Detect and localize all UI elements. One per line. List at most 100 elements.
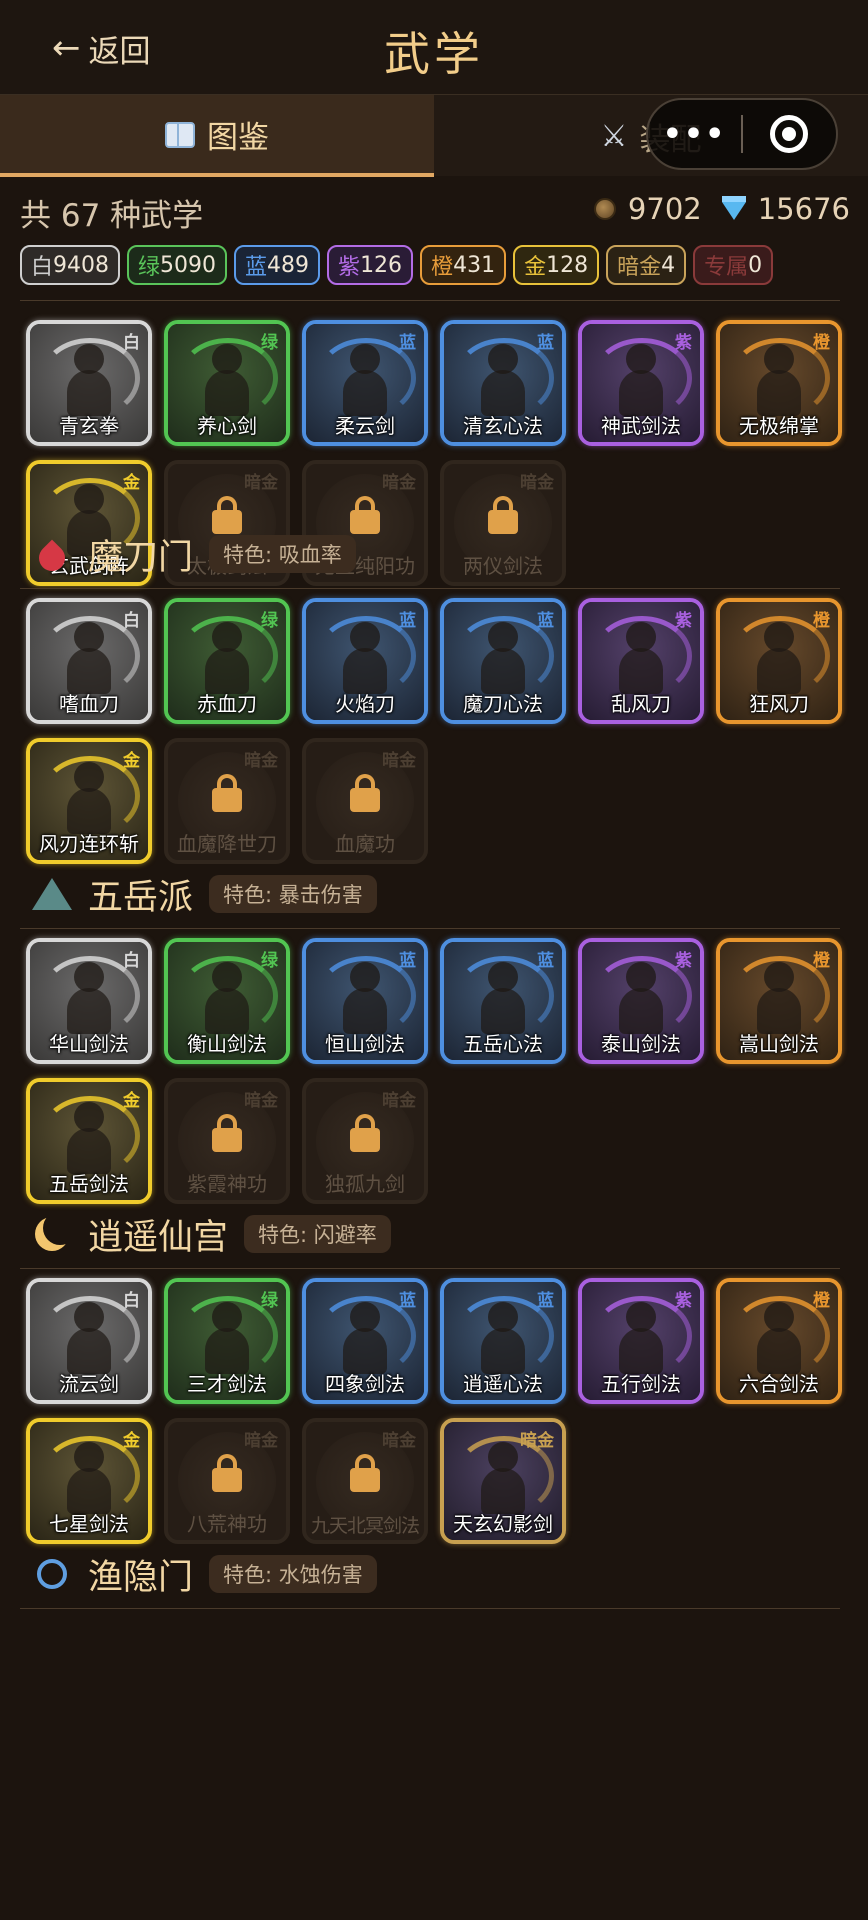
skill-card[interactable]: 橙无极绵掌: [716, 320, 842, 446]
rarity-badge: 暗金: [382, 751, 416, 771]
section-title: 五岳派: [88, 877, 194, 918]
skill-card[interactable]: 暗金 九天北冥剑法: [302, 1418, 428, 1544]
skill-card[interactable]: 紫泰山剑法: [578, 938, 704, 1064]
skill-card[interactable]: 绿赤血刀: [164, 598, 290, 724]
skill-card[interactable]: 白青玄拳: [26, 320, 152, 446]
rarity-badge: 暗金: [520, 1431, 554, 1451]
skill-card[interactable]: 蓝清玄心法: [440, 320, 566, 446]
rarity-badge: 绿: [261, 1291, 278, 1311]
page-title: 武学: [384, 27, 484, 81]
rarity-badge: 金: [123, 1431, 140, 1451]
rarity-badge: 暗金: [244, 751, 278, 771]
rarity-badge: 橙: [813, 1291, 830, 1311]
rarity-count-chip[interactable]: 蓝 489: [234, 245, 321, 285]
diamond-icon: [721, 196, 746, 220]
skill-name: 六合剑法: [739, 1372, 819, 1396]
rarity-count-label: 白: [31, 255, 54, 280]
skill-card[interactable]: 蓝火焰刀: [302, 598, 428, 724]
skill-name: 七星剑法: [49, 1512, 129, 1536]
skill-card[interactable]: 蓝恒山剑法: [302, 938, 428, 1064]
rarity-count-chip[interactable]: 金 128: [513, 245, 600, 285]
skill-card[interactable]: 蓝逍遥心法: [440, 1278, 566, 1404]
skill-card[interactable]: 蓝魔刀心法: [440, 598, 566, 724]
rarity-count-value: 431: [453, 252, 496, 278]
skill-card[interactable]: 暗金 血魔降世刀: [164, 738, 290, 864]
rarity-count-value: 4: [661, 252, 676, 278]
skill-card[interactable]: 白流云剑: [26, 1278, 152, 1404]
skill-name: 三才剑法: [187, 1372, 267, 1396]
skill-name: 无极绵掌: [739, 414, 819, 438]
skill-card[interactable]: 金七星剑法: [26, 1418, 152, 1544]
rarity-badge: 暗金: [382, 1091, 416, 1111]
skill-card[interactable]: 金五岳剑法: [26, 1078, 152, 1204]
skill-card[interactable]: 绿衡山剑法: [164, 938, 290, 1064]
section-trait-badge: 特色: 闪避率: [244, 1215, 391, 1253]
rarity-count-chip[interactable]: 暗金 4: [606, 245, 687, 285]
rarity-count-value: 126: [360, 252, 403, 278]
rarity-count-chip[interactable]: 白 9408: [20, 245, 121, 285]
skill-card[interactable]: 蓝五岳心法: [440, 938, 566, 1064]
skill-card[interactable]: 蓝四象剑法: [302, 1278, 428, 1404]
section-divider: [20, 1608, 840, 1609]
swords-icon: ⚔: [600, 118, 628, 154]
section-divider: [20, 928, 840, 929]
section-header: 渔隐门 特色: 水蚀伤害: [32, 1550, 377, 1598]
rarity-count-label: 金: [524, 255, 547, 280]
rarity-count-list: 白 9408 绿 5090 蓝 489 紫 126 橙 431 金 128 暗金 4 专属 0: [20, 245, 774, 285]
skill-name: 嗜血刀: [59, 692, 119, 716]
skill-card[interactable]: 暗金 天玄幻影剑: [440, 1418, 566, 1544]
skill-name: 五岳心法: [463, 1032, 543, 1056]
skill-name: 神武剑法: [601, 414, 681, 438]
skill-card[interactable]: 绿养心剑: [164, 320, 290, 446]
skill-name: 养心剑: [197, 414, 257, 438]
skill-card[interactable]: 暗金 独孤九剑: [302, 1078, 428, 1204]
skill-card[interactable]: 白嗜血刀: [26, 598, 152, 724]
rarity-count-label: 绿: [138, 255, 161, 280]
rarity-badge: 金: [123, 751, 140, 771]
section-header: 五岳派 特色: 暴击伤害: [32, 870, 377, 918]
skill-card[interactable]: 暗金 两仪剑法: [440, 460, 566, 586]
gem-amount: 15676: [757, 192, 850, 226]
coin-amount: 9702: [627, 192, 702, 226]
rarity-count-chip[interactable]: 专属 0: [693, 245, 774, 285]
skill-card[interactable]: 紫五行剑法: [578, 1278, 704, 1404]
summary-row: 共 67 种武学 9702 15676: [20, 190, 850, 234]
rarity-count-label: 橙: [431, 255, 454, 280]
rarity-count-chip[interactable]: 紫 126: [327, 245, 414, 285]
rarity-count-chip[interactable]: 绿 5090: [127, 245, 228, 285]
close-miniprogram-button[interactable]: [743, 115, 836, 153]
target-icon: [770, 115, 809, 153]
skill-name: 八荒神功: [187, 1512, 267, 1536]
more-button[interactable]: •••: [648, 117, 741, 152]
lock-icon: [212, 1454, 242, 1492]
rarity-count-chip[interactable]: 橙 431: [420, 245, 507, 285]
skill-card[interactable]: 绿三才剑法: [164, 1278, 290, 1404]
skill-card[interactable]: 暗金 八荒神功: [164, 1418, 290, 1544]
skill-card[interactable]: 紫乱风刀: [578, 598, 704, 724]
rarity-badge: 暗金: [520, 473, 554, 493]
rarity-count-label: 蓝: [245, 255, 268, 280]
rarity-count-value: 5090: [160, 252, 217, 278]
skill-card[interactable]: 蓝柔云剑: [302, 320, 428, 446]
skill-card[interactable]: 橙六合剑法: [716, 1278, 842, 1404]
rarity-badge: 蓝: [399, 611, 416, 631]
rarity-badge: 金: [123, 1091, 140, 1111]
coin-icon: [593, 198, 616, 220]
skill-card[interactable]: 橙狂风刀: [716, 598, 842, 724]
skill-name: 四象剑法: [325, 1372, 405, 1396]
skill-card[interactable]: 金风刃连环斩: [26, 738, 152, 864]
skill-name: 青玄拳: [59, 414, 119, 438]
rarity-badge: 白: [123, 1291, 140, 1311]
skill-card[interactable]: 橙嵩山剑法: [716, 938, 842, 1064]
rarity-badge: 白: [123, 951, 140, 971]
skill-name: 紫霞神功: [187, 1172, 267, 1196]
rarity-badge: 橙: [813, 611, 830, 631]
section-divider: [20, 588, 840, 589]
total-count: 共 67 种武学: [20, 198, 204, 234]
skill-card[interactable]: 白华山剑法: [26, 938, 152, 1064]
skill-name: 火焰刀: [335, 692, 395, 716]
skill-card[interactable]: 暗金 血魔功: [302, 738, 428, 864]
skill-card[interactable]: 紫神武剑法: [578, 320, 704, 446]
tab-codex[interactable]: 图鉴: [0, 95, 434, 177]
skill-card[interactable]: 暗金 紫霞神功: [164, 1078, 290, 1204]
